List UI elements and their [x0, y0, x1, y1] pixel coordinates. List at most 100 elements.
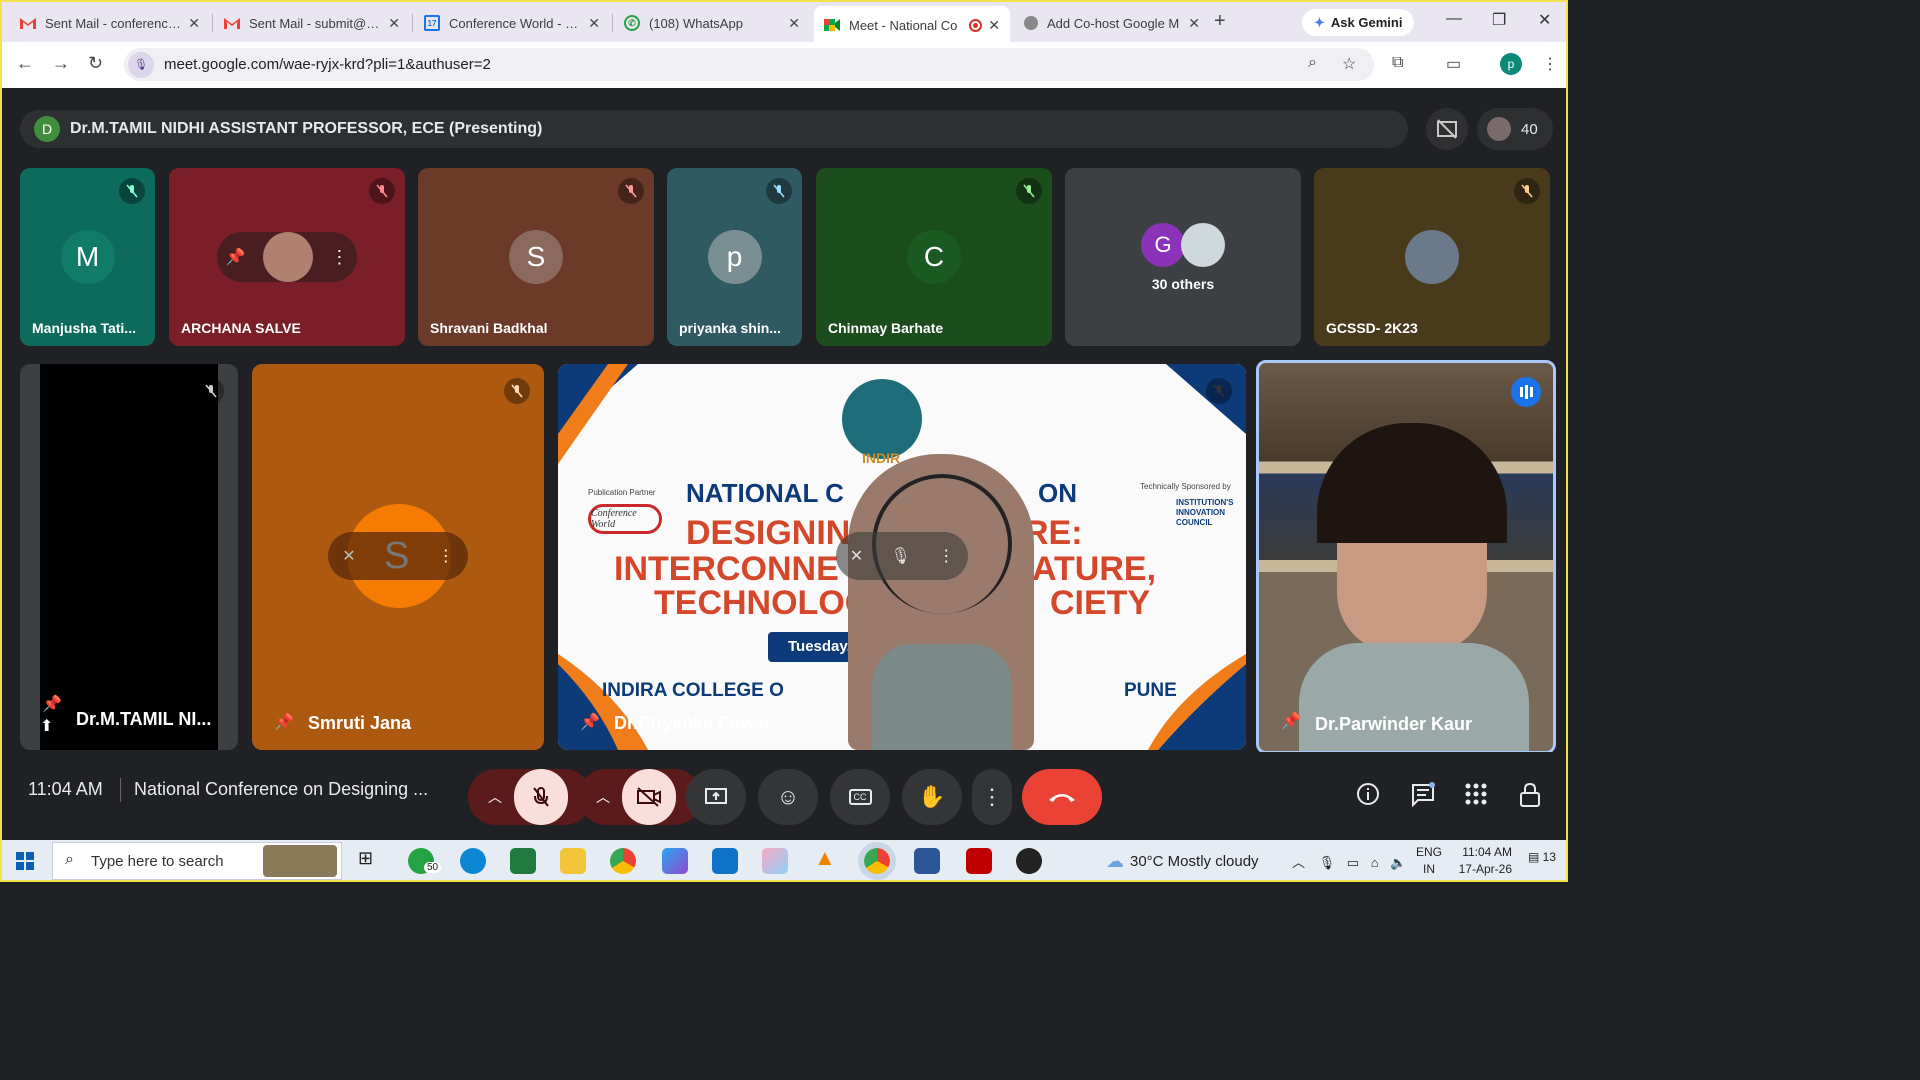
more-options-icon[interactable]: ⋮ [938, 546, 954, 566]
reload-button[interactable]: ↻ [88, 53, 103, 74]
leave-call-button[interactable] [1022, 769, 1102, 825]
chevron-up-icon[interactable]: ︿ [596, 787, 610, 807]
slide-college: INDIRA COLLEGE O [602, 680, 784, 701]
minimize-button[interactable]: — [1446, 10, 1462, 28]
presentation-tile[interactable]: INDIR Publication Partner Conference Wor… [558, 364, 1246, 750]
window-close-button[interactable]: ✕ [1538, 10, 1551, 30]
close-icon[interactable]: ✕ [1188, 15, 1200, 32]
participant-tile[interactable]: M Manjusha Tati... [20, 168, 155, 346]
close-icon[interactable]: ✕ [588, 15, 600, 32]
reactions-button[interactable]: ☺ [758, 769, 818, 825]
tile-hover-controls[interactable]: ✕ 🎙 ⋮ [836, 532, 968, 580]
taskbar-search-box[interactable]: ⌕ Type here to search [52, 842, 342, 880]
cast-icon[interactable]: ▭ [1446, 54, 1461, 74]
pin-icon[interactable]: 📌 [42, 694, 62, 714]
tab-gmail-1[interactable]: Sent Mail - conferencew ✕ [10, 8, 210, 38]
task-view-icon[interactable]: ⊞ [358, 848, 384, 874]
iic-logo: INSTITUTION'S INNOVATION COUNCIL [1176, 498, 1234, 527]
participant-tile[interactable]: GCSSD- 2K23 [1314, 168, 1550, 346]
pin-icon[interactable]: 📌 [274, 712, 294, 732]
taskbar-clock[interactable]: 11:04 AM 17-Apr-26 [1456, 844, 1512, 878]
participant-tile[interactable]: S Shravani Badkhal [418, 168, 654, 346]
avatar [1181, 223, 1225, 267]
participant-tile[interactable]: 📌 ⬆ Dr.M.TAMIL NI... [20, 364, 238, 750]
active-speaker-tile[interactable]: 📌 Dr.Parwinder Kaur [1256, 360, 1556, 754]
restore-button[interactable]: ❐ [1492, 10, 1506, 30]
tab-gmail-2[interactable]: Sent Mail - submit@con ✕ [214, 8, 410, 38]
mic-toggle-button[interactable] [514, 769, 568, 825]
meeting-title: National Conference on Designing ... [134, 779, 429, 799]
close-icon[interactable]: ✕ [988, 17, 1000, 34]
url-text[interactable]: meet.google.com/wae-ryjx-krd?pli=1&authu… [164, 56, 491, 73]
camera-toggle-button[interactable] [622, 769, 676, 825]
file-explorer-icon[interactable] [560, 848, 586, 874]
edge-icon[interactable] [460, 848, 486, 874]
zoom-icon[interactable]: ⌕ [1308, 54, 1317, 72]
captions-button[interactable]: CC [830, 769, 890, 825]
more-options-icon[interactable]: ⋮ [438, 546, 454, 566]
more-options-icon[interactable]: ⋮ [330, 247, 348, 268]
tab-chrome[interactable]: Add Co-host Google M ✕ [1014, 8, 1210, 38]
system-tray[interactable]: ︿ 🎙 ▭ ⌂ 🔈 [1292, 852, 1406, 871]
paint-icon[interactable] [762, 848, 788, 874]
host-controls-icon[interactable] [1518, 782, 1542, 813]
url-bar[interactable]: 🎙 meet.google.com/wae-ryjx-krd?pli=1&aut… [124, 48, 1374, 81]
tile-hover-controls[interactable]: 📌 ⋮ [217, 232, 357, 282]
slide-city: PUNE [1124, 680, 1177, 701]
others-count-label: 30 others [1151, 276, 1215, 292]
pin-icon[interactable]: 📌 [1281, 711, 1301, 731]
chrome-active-icon[interactable] [858, 842, 896, 880]
bookmark-star-icon[interactable]: ☆ [1342, 54, 1356, 74]
excel-icon[interactable] [510, 848, 536, 874]
new-tab-button[interactable]: + [1214, 10, 1226, 33]
menu-kebab-icon[interactable]: ⋮ [1542, 54, 1558, 74]
chevron-up-icon[interactable]: ︿ [488, 787, 502, 807]
extensions-icon[interactable]: ⧉ [1392, 54, 1403, 72]
participant-name: Dr.Parwinder Kaur [1315, 714, 1473, 734]
pin-icon[interactable]: 📌 [580, 712, 600, 732]
filezilla-icon[interactable] [966, 848, 992, 874]
present-screen-button[interactable] [686, 769, 746, 825]
participant-tile[interactable]: C Chinmay Barhate [816, 168, 1052, 346]
more-options-button[interactable]: ⋮ [972, 769, 1012, 825]
pin-icon[interactable]: 📌 [226, 247, 246, 267]
microsoft365-icon[interactable] [662, 848, 688, 874]
close-icon[interactable]: ✕ [788, 15, 800, 32]
back-button[interactable]: ← [16, 53, 34, 74]
word-icon[interactable] [914, 848, 940, 874]
ask-gemini-button[interactable]: ✦ Ask Gemini [1302, 9, 1415, 36]
participant-tile[interactable]: 📌 ⋮ ARCHANA SALVE [169, 168, 405, 346]
present-icon: ⬆ [40, 718, 54, 735]
forward-button[interactable]: → [52, 53, 70, 74]
hide-tiles-button[interactable] [1426, 108, 1468, 150]
tab-calendar[interactable]: 17 Conference World - Cal ✕ [414, 8, 610, 38]
chrome-app-icon[interactable] [610, 848, 636, 874]
notification-center-icon[interactable]: ▤ 13 [1528, 850, 1556, 864]
unpin-icon[interactable]: ✕ [342, 546, 355, 566]
language-indicator[interactable]: ENG IN [1416, 844, 1442, 878]
tab-meet[interactable]: Meet - National Co ✕ [814, 6, 1010, 44]
participants-button[interactable]: 40 [1477, 108, 1553, 150]
outlook-icon[interactable] [712, 848, 738, 874]
windows-start-icon[interactable] [16, 852, 34, 875]
activities-icon[interactable] [1464, 782, 1488, 811]
tab-whatsapp[interactable]: ✆ (108) WhatsApp ✕ [614, 8, 810, 38]
obs-icon[interactable] [1016, 848, 1042, 874]
cloud-icon: ☁ [1106, 851, 1124, 871]
close-icon[interactable]: ✕ [188, 15, 200, 32]
whatsapp-icon: ✆ [624, 15, 640, 31]
weather-widget[interactable]: ☁ 30°C Mostly cloudy [1106, 851, 1259, 872]
close-icon[interactable]: ✕ [388, 15, 400, 32]
raise-hand-button[interactable]: ✋ [902, 769, 962, 825]
meeting-info-icon[interactable] [1356, 782, 1380, 811]
participant-tile[interactable]: p priyanka shin... [667, 168, 802, 346]
chevron-up-icon[interactable]: ︿ [1292, 855, 1305, 870]
tile-hover-controls[interactable]: ✕ S ⋮ [328, 532, 468, 580]
others-tile[interactable]: G 30 others [1065, 168, 1301, 346]
site-info-icon[interactable]: 🎙 [128, 51, 154, 78]
participant-tile[interactable]: ✕ S ⋮ 📌 Smruti Jana [252, 364, 544, 750]
profile-avatar[interactable]: p [1500, 53, 1522, 75]
chat-icon[interactable] [1410, 782, 1436, 813]
unpin-icon[interactable]: ✕ [850, 546, 863, 566]
vlc-icon[interactable]: ▲ [814, 845, 840, 871]
